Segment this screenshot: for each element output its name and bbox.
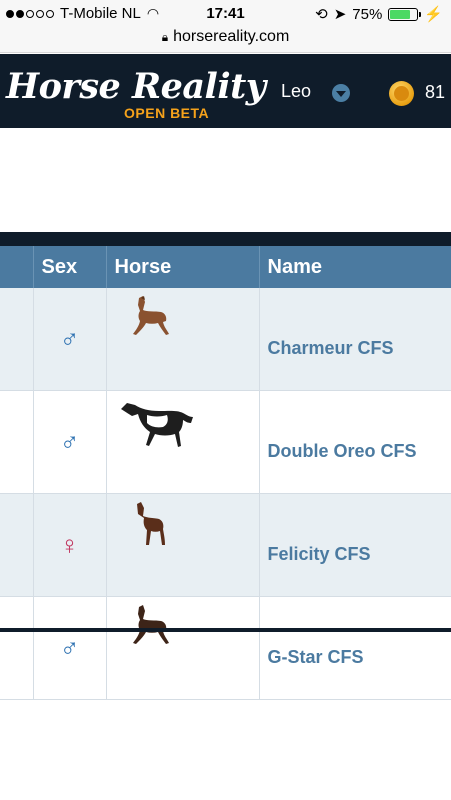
row-select-cell <box>0 390 34 494</box>
table-row[interactable]: ♂ Double Oreo CFS <box>0 390 451 494</box>
horse-image[interactable] <box>106 390 260 494</box>
rotation-lock-icon: ⟲ <box>315 6 328 23</box>
table-row[interactable]: ♀ Felicity CFS <box>0 493 451 597</box>
table-bottom-border <box>0 628 451 632</box>
column-header-select <box>0 246 34 288</box>
column-header-horse[interactable]: Horse <box>106 246 260 288</box>
username[interactable]: Leo <box>281 81 311 102</box>
battery-icon <box>388 7 422 21</box>
status-bar: T-Mobile NL ◠ 17:41 ⟲ ➤ 75% ⚡ <box>0 0 451 28</box>
horse-pinto-image <box>120 403 193 447</box>
logo-title: Horse Reality <box>6 66 266 107</box>
table-row[interactable]: ♂ G-Star CFS <box>0 596 451 700</box>
male-icon: ♂ <box>33 596 107 700</box>
foal-bay-image <box>136 502 165 545</box>
horse-image[interactable] <box>106 596 260 700</box>
row-select-cell <box>0 288 34 391</box>
location-icon: ➤ <box>333 6 347 23</box>
coin-icon <box>389 81 414 106</box>
table-header-row: Sex Horse Name <box>0 246 451 288</box>
user-menu-chevron-down-icon[interactable] <box>332 84 350 102</box>
column-header-sex[interactable]: Sex <box>33 246 107 288</box>
horse-name-link[interactable]: Double Oreo CFS <box>259 390 451 494</box>
battery-percent: 75% <box>352 5 383 23</box>
url-domain: horsereality.com <box>173 28 290 45</box>
lock-icon: 🔒︎ <box>161 30 169 44</box>
horse-image[interactable] <box>106 493 260 597</box>
coin-count: 81 <box>425 82 446 102</box>
horse-name-link[interactable]: Charmeur CFS <box>259 288 451 391</box>
table-row[interactable]: ♂ Charmeur CFS <box>0 288 451 391</box>
url-bar[interactable]: 🔒︎ horsereality.com <box>0 28 451 53</box>
row-select-cell <box>0 596 34 700</box>
logo-subtitle: OPEN BETA <box>124 105 210 121</box>
horse-image[interactable] <box>106 288 260 391</box>
site-logo[interactable]: Horse Reality OPEN BETA <box>6 62 266 122</box>
horse-name-link[interactable]: G-Star CFS <box>259 596 451 700</box>
status-right: ⟲ ➤ 75% ⚡ <box>315 5 443 24</box>
site-header: Horse Reality OPEN BETA Leo 81 <box>0 54 451 128</box>
male-icon: ♂ <box>33 288 107 391</box>
male-icon: ♂ <box>33 390 107 494</box>
female-icon: ♀ <box>33 493 107 597</box>
row-select-cell <box>0 493 34 597</box>
charging-icon: ⚡ <box>424 6 443 23</box>
table-top-border <box>0 232 451 246</box>
column-header-name[interactable]: Name <box>259 246 451 288</box>
foal-chestnut-image <box>132 296 169 335</box>
horse-name-link[interactable]: Felicity CFS <box>259 493 451 597</box>
